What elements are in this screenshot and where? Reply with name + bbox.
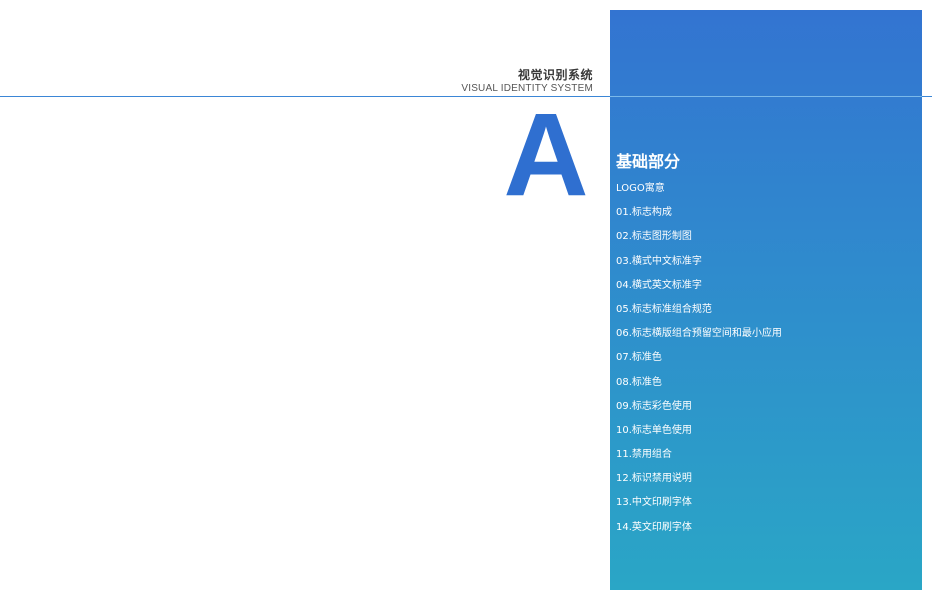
toc-item: 05.标志标准组合规范: [616, 303, 712, 315]
toc-item: 06.标志横版组合预留空间和最小应用: [616, 328, 782, 340]
toc-item: 04.横式英文标准字: [616, 279, 702, 291]
toc-item: LOGO寓意: [616, 183, 665, 194]
toc-item: 12.标识禁用说明: [616, 473, 692, 485]
toc-item: 11.禁用组合: [616, 449, 672, 461]
toc-item: 10.标志单色使用: [616, 424, 692, 436]
toc-item: 14.英文印刷字体: [616, 521, 692, 533]
toc-item: 01.标志构成: [616, 207, 672, 219]
section-title: 基础部分: [616, 152, 681, 171]
header-title-cn: 视觉识别系统: [517, 68, 593, 82]
section-letter: A: [503, 89, 589, 221]
toc-item: 02.标志图形制图: [616, 231, 692, 243]
toc-item: 08.标准色: [616, 376, 662, 388]
toc-item: 03.横式中文标准字: [616, 255, 702, 267]
toc-item: 07.标准色: [616, 352, 662, 364]
table-of-contents: LOGO寓意 01.标志构成 02.标志图形制图 03.横式中文标准字 04.横…: [616, 182, 782, 545]
toc-item: 13.中文印刷字体: [616, 497, 692, 509]
panel-rule: [610, 96, 922, 97]
toc-item: 09.标志彩色使用: [616, 400, 692, 412]
page: 视觉识别系统 VISUAL IDENTITY SYSTEM A 基础部分 LOG…: [0, 0, 932, 600]
